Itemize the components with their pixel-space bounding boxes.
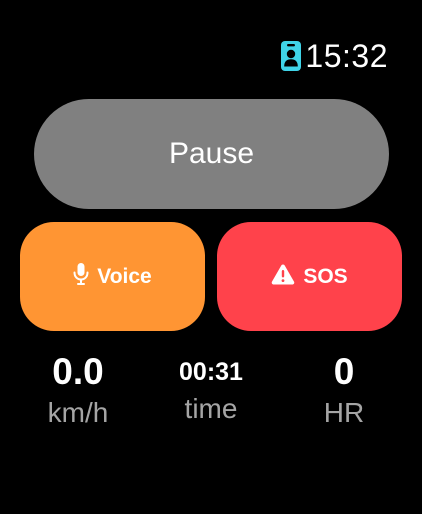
status-bar: 15:32 (281, 38, 388, 74)
pause-button[interactable]: Pause (34, 99, 389, 209)
heart-rate-value: 0 (333, 351, 355, 392)
metrics-row: 0.0 km/h 00:31 time 0 HR (0, 350, 422, 450)
heart-rate-unit: HR (323, 397, 365, 428)
time-metric: 00:31 time (141, 350, 281, 424)
person-badge-icon (281, 41, 302, 71)
microphone-icon (73, 262, 89, 292)
workout-screen: 15:32 Pause Voice SOS 0.0 km/h 00:31 tim… (0, 0, 422, 514)
time-value: 00:31 (179, 358, 243, 386)
clock: 15:32 (305, 38, 388, 74)
sos-button-label: SOS (303, 264, 348, 288)
speed-value: 0.0 (52, 351, 104, 392)
voice-button-label: Voice (97, 264, 152, 288)
warning-icon (271, 263, 295, 291)
sos-button[interactable]: SOS (217, 222, 402, 331)
speed-metric: 0.0 km/h (8, 350, 148, 428)
heart-rate-metric: 0 HR (274, 350, 414, 428)
time-unit: time (184, 393, 238, 424)
pause-button-label: Pause (168, 137, 255, 170)
voice-button[interactable]: Voice (20, 222, 205, 331)
speed-unit: km/h (47, 397, 109, 428)
